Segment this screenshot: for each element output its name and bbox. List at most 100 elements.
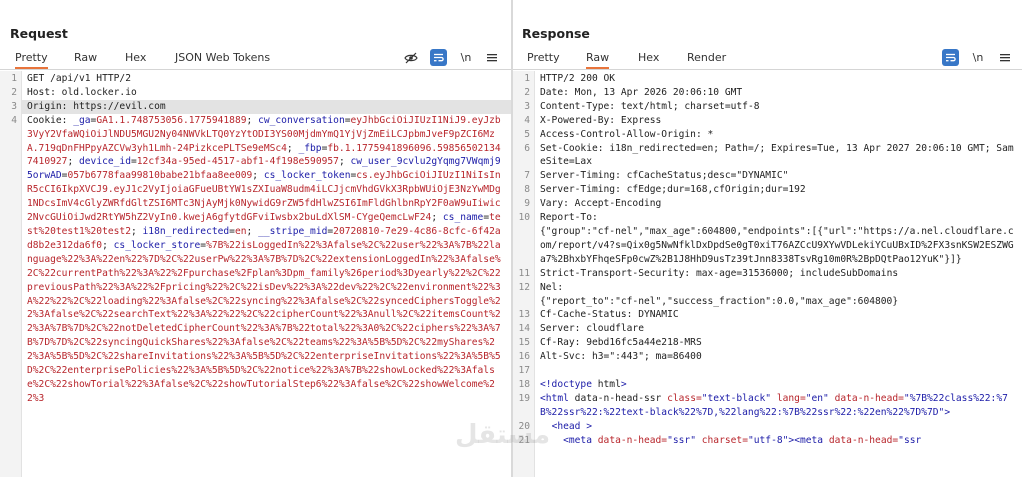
response-line: 21 <meta data-n-head="ssr" charset="utf-… bbox=[513, 434, 1022, 448]
response-word-wrap-button[interactable] bbox=[942, 49, 959, 66]
request-lines: 1 GET /api/v1 HTTP/2 2 Host: old.locker.io 3… bbox=[0, 72, 511, 406]
response-pane: Response Pretty Raw Hex Render \n 1 HTTP/… bbox=[513, 0, 1022, 477]
hide-nonprintable-button[interactable] bbox=[403, 49, 419, 66]
response-lines: 1 HTTP/2 200 OK 2 Date: Mon, 13 Apr 2026 20… bbox=[513, 72, 1022, 447]
response-show-newlines-button[interactable]: \n bbox=[971, 49, 985, 66]
tab-request-pretty[interactable]: Pretty bbox=[15, 51, 48, 69]
response-line: 17 bbox=[513, 364, 1022, 378]
response-line: 3 Content-Type: text/html; charset=utf-8 bbox=[513, 100, 1022, 114]
response-line-text: <!doctype html> bbox=[540, 378, 627, 390]
request-menu-button[interactable] bbox=[486, 49, 498, 66]
response-line: 12 Nel: {"report_to":"cf-nel","success_fr… bbox=[513, 281, 1022, 309]
line-number: 7 bbox=[524, 170, 530, 182]
tab-request-jwt[interactable]: JSON Web Tokens bbox=[175, 51, 270, 64]
menu-icon bbox=[1000, 54, 1010, 62]
response-line-text: Cf-Cache-Status: DYNAMIC bbox=[540, 309, 679, 321]
line-number: 14 bbox=[518, 323, 530, 335]
response-editor[interactable]: 1 HTTP/2 200 OK 2 Date: Mon, 13 Apr 2026 20… bbox=[513, 71, 1022, 477]
request-line-text: Origin: https://evil.com bbox=[22, 99, 511, 114]
request-pane: Request Pretty Raw Hex JSON Web Tokens \… bbox=[0, 0, 511, 477]
response-line-text: Set-Cookie: i18n_redirected=en; Path=/; … bbox=[540, 142, 1014, 168]
response-line-text: HTTP/2 200 OK bbox=[540, 73, 616, 84]
response-tabs: Pretty Raw Hex Render \n bbox=[513, 48, 1022, 70]
line-number: 16 bbox=[518, 351, 530, 363]
response-line-text: <html data-n-head-ssr class="text-black"… bbox=[540, 392, 1008, 418]
watermark: ﻣﺴﺘﻘﻞ bbox=[455, 420, 551, 450]
response-line: 10 Report-To: {"group":"cf-nel","max_age"… bbox=[513, 211, 1022, 267]
line-number: 13 bbox=[518, 309, 530, 321]
request-title: Request bbox=[10, 26, 68, 41]
response-line: 2 Date: Mon, 13 Apr 2026 20:06:10 GMT bbox=[513, 86, 1022, 100]
eye-off-icon bbox=[404, 52, 418, 63]
request-editor[interactable]: 1 GET /api/v1 HTTP/2 2 Host: old.locker.io 3… bbox=[0, 71, 511, 477]
line-number: 9 bbox=[524, 198, 530, 210]
line-number: 12 bbox=[518, 281, 530, 293]
word-wrap-button[interactable] bbox=[430, 49, 447, 66]
line-number: 8 bbox=[524, 184, 530, 196]
response-line: 1 HTTP/2 200 OK bbox=[513, 72, 1022, 86]
line-number: 2 bbox=[524, 86, 530, 98]
response-title: Response bbox=[522, 26, 590, 41]
response-line-text: Alt-Svc: h3=":443"; ma=86400 bbox=[540, 351, 702, 363]
response-line-text: Cf-Ray: 9ebd16fc5a44e218-MRS bbox=[540, 337, 702, 349]
wrap-icon bbox=[946, 53, 956, 62]
response-line-text: Access-Control-Allow-Origin: * bbox=[540, 128, 714, 140]
response-line: 7 Server-Timing: cfCacheStatus;desc="DYNA… bbox=[513, 169, 1022, 183]
response-line: 4 X-Powered-By: Express bbox=[513, 114, 1022, 128]
response-line-text bbox=[535, 364, 1022, 378]
response-line-text: Server: cloudflare bbox=[540, 323, 644, 335]
response-line: 5 Access-Control-Allow-Origin: * bbox=[513, 128, 1022, 142]
tab-response-hex[interactable]: Hex bbox=[638, 51, 659, 64]
line-number: 6 bbox=[524, 142, 530, 154]
line-number: 18 bbox=[518, 378, 530, 390]
response-line-text: Server-Timing: cfEdge;dur=168,cfOrigin;d… bbox=[540, 184, 806, 196]
response-line-text: X-Powered-By: Express bbox=[540, 114, 662, 126]
tab-request-raw[interactable]: Raw bbox=[74, 51, 97, 64]
response-menu-button[interactable] bbox=[999, 49, 1011, 66]
line-number: 17 bbox=[518, 365, 530, 377]
response-line: 8 Server-Timing: cfEdge;dur=168,cfOrigin;… bbox=[513, 183, 1022, 197]
response-line-text: Nel: {"report_to":"cf-nel","success_frac… bbox=[540, 281, 899, 307]
menu-icon bbox=[487, 54, 497, 62]
line-number: 10 bbox=[518, 212, 530, 224]
request-line: 3 Origin: https://evil.com bbox=[0, 99, 511, 114]
response-line-text: Content-Type: text/html; charset=utf-8 bbox=[540, 100, 760, 112]
request-line: 2 Host: old.locker.io bbox=[0, 86, 511, 100]
tab-response-pretty[interactable]: Pretty bbox=[527, 51, 560, 64]
line-number: 1 bbox=[11, 73, 17, 84]
response-line-text: Vary: Accept-Encoding bbox=[540, 198, 662, 210]
response-line-text: <head > bbox=[551, 420, 593, 432]
show-newlines-button[interactable]: \n bbox=[459, 49, 473, 66]
response-line: 19 <html data-n-head-ssr class="text-blac… bbox=[513, 392, 1022, 420]
response-line: 13 Cf-Cache-Status: DYNAMIC bbox=[513, 308, 1022, 322]
line-number: 4 bbox=[11, 114, 17, 126]
request-line-text: GET /api/v1 HTTP/2 bbox=[27, 73, 131, 84]
response-line: 20 <head > bbox=[513, 420, 1022, 434]
response-line: 11 Strict-Transport-Security: max-age=315… bbox=[513, 267, 1022, 281]
response-line: 16 Alt-Svc: h3=":443"; ma=86400 bbox=[513, 350, 1022, 364]
request-tabs: Pretty Raw Hex JSON Web Tokens \n bbox=[0, 48, 511, 70]
response-line: 15 Cf-Ray: 9ebd16fc5a44e218-MRS bbox=[513, 336, 1022, 350]
line-number: 3 bbox=[11, 100, 17, 112]
line-number: 3 bbox=[524, 100, 530, 112]
line-number: 19 bbox=[518, 392, 530, 404]
line-number: 11 bbox=[518, 267, 530, 279]
response-line-text: Server-Timing: cfCacheStatus;desc="DYNAM… bbox=[540, 170, 789, 182]
request-line-text: Host: old.locker.io bbox=[27, 86, 137, 98]
tab-request-hex[interactable]: Hex bbox=[125, 51, 146, 64]
response-line-text: Report-To: {"group":"cf-nel","max_age":6… bbox=[540, 212, 1014, 265]
line-number: 4 bbox=[524, 114, 530, 126]
line-number: 2 bbox=[11, 86, 17, 98]
response-line-text: Strict-Transport-Security: max-age=31536… bbox=[540, 267, 899, 279]
line-number: 1 bbox=[524, 73, 530, 84]
response-line-text: <meta data-n-head="ssr" charset="utf-8">… bbox=[563, 434, 922, 446]
tab-response-raw[interactable]: Raw bbox=[586, 51, 610, 69]
request-line: 1 GET /api/v1 HTTP/2 bbox=[0, 72, 511, 86]
tab-response-render[interactable]: Render bbox=[687, 51, 726, 64]
line-number: 15 bbox=[518, 337, 530, 349]
line-number: 5 bbox=[524, 128, 530, 140]
wrap-icon bbox=[434, 53, 444, 62]
response-line: 6 Set-Cookie: i18n_redirected=en; Path=/;… bbox=[513, 142, 1022, 170]
response-line: 9 Vary: Accept-Encoding bbox=[513, 197, 1022, 211]
response-line: 18 <!doctype html> bbox=[513, 378, 1022, 392]
